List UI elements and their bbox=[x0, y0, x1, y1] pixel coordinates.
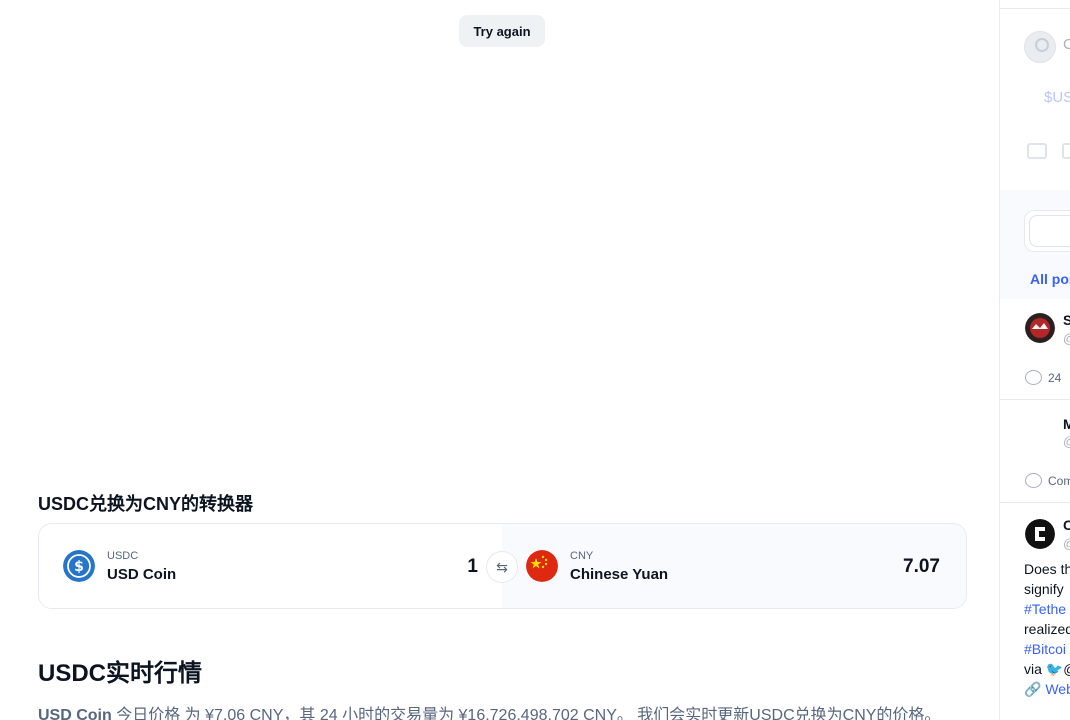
swap-button[interactable]: ⇆ bbox=[486, 551, 518, 583]
post-handle: @ bbox=[1063, 331, 1070, 346]
sidebar-search-input[interactable] bbox=[1029, 215, 1070, 247]
converter-to[interactable]: CNY Chinese Yuan 7.07 bbox=[502, 524, 966, 608]
user-avatar bbox=[1024, 31, 1056, 63]
comment-icon[interactable] bbox=[1025, 473, 1042, 488]
post-composer: C $US bbox=[1000, 0, 1070, 190]
composer-placeholder[interactable]: C bbox=[1063, 36, 1070, 53]
gif-upload-icon[interactable] bbox=[1062, 143, 1070, 159]
avatar bbox=[1025, 519, 1055, 549]
coin-name-text: USD Coin bbox=[38, 707, 112, 720]
to-symbol: CNY bbox=[570, 549, 594, 562]
post-author[interactable]: S bbox=[1063, 312, 1070, 328]
from-symbol: USDC bbox=[107, 549, 139, 562]
hashtag-link[interactable]: #Tethe bbox=[1024, 599, 1066, 619]
converter-from[interactable]: $ USDC USD Coin 1 bbox=[39, 524, 502, 608]
market-section-title: USDC实时行情 bbox=[38, 660, 203, 687]
market-description: USD Coin 今日价格 为 ¥7.06 CNY，其 24 小时的交易量为 ¥… bbox=[38, 701, 978, 720]
post-item[interactable]: C @ Does th signify #Tethe realized #Bit… bbox=[1000, 503, 1070, 720]
post-item[interactable]: S @ 24 bbox=[1000, 299, 1070, 400]
post-item[interactable]: M @ Com bbox=[1000, 400, 1070, 503]
from-amount-input[interactable]: 1 bbox=[467, 556, 478, 578]
via-text: via bbox=[1024, 661, 1046, 677]
post-via-line: via 🐦@ bbox=[1024, 659, 1070, 679]
post-body-line: signify bbox=[1024, 581, 1064, 597]
image-upload-icon[interactable] bbox=[1027, 143, 1047, 159]
link-icon: 🔗 bbox=[1024, 681, 1042, 697]
post-body-line: Does th bbox=[1024, 561, 1070, 577]
comment-count: 24 bbox=[1048, 371, 1062, 385]
website-link[interactable]: 🔗 Web bbox=[1024, 679, 1070, 699]
main-content: Try again USDC兑换为CNY的转换器 $ USDC USD Coin… bbox=[0, 0, 1000, 720]
post-handle: @ bbox=[1063, 536, 1070, 551]
composer-ticker-tag[interactable]: $US bbox=[1044, 89, 1070, 106]
sidebar-search-box bbox=[1024, 210, 1070, 252]
svg-text:$: $ bbox=[74, 559, 84, 575]
post-author[interactable]: C bbox=[1063, 517, 1070, 533]
swap-arrows-icon: ⇆ bbox=[496, 558, 508, 575]
twitter-bird-icon: 🐦 bbox=[1045, 661, 1064, 677]
tab-all-posts[interactable]: All pos bbox=[1030, 271, 1070, 287]
china-flag-icon bbox=[526, 550, 558, 582]
post-handle: @ bbox=[1063, 434, 1070, 449]
community-sidebar: C $US All pos S @ 24 M @ Com C @ Does th bbox=[999, 0, 1070, 720]
avatar bbox=[1025, 313, 1055, 343]
converter-title: USDC兑换为CNY的转换器 bbox=[38, 494, 254, 514]
comment-icon[interactable] bbox=[1025, 370, 1042, 385]
post-author[interactable]: M bbox=[1063, 416, 1070, 432]
to-name: Chinese Yuan bbox=[570, 565, 669, 583]
website-link-text: Web bbox=[1045, 681, 1070, 697]
market-description-text: 今日价格 为 ¥7.06 CNY，其 24 小时的交易量为 ¥16,726,49… bbox=[111, 707, 941, 720]
usdc-coin-icon: $ bbox=[63, 550, 95, 582]
try-again-button[interactable]: Try again bbox=[459, 15, 545, 47]
to-amount: 7.07 bbox=[903, 556, 940, 577]
divider bbox=[1000, 8, 1070, 9]
comment-label: Com bbox=[1048, 474, 1070, 488]
from-name: USD Coin bbox=[107, 565, 177, 583]
post-body-line: realized bbox=[1024, 621, 1070, 637]
hashtag-link[interactable]: #Bitcoi bbox=[1024, 639, 1066, 659]
